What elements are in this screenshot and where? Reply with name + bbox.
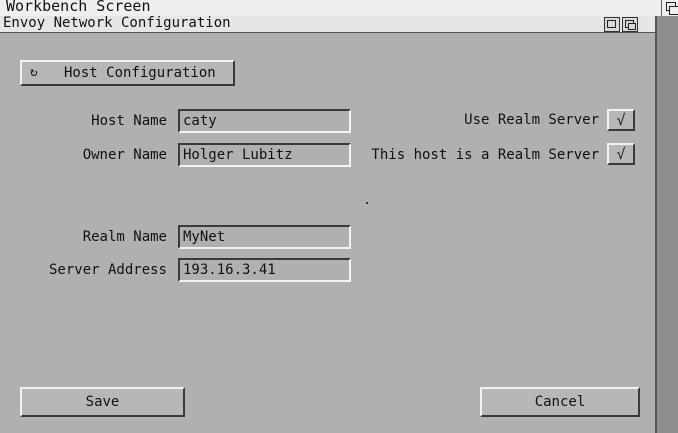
is-realm-server-checkbox[interactable]: √: [607, 143, 635, 165]
realm-name-label: Realm Name: [82, 229, 167, 245]
cycle-icon: ↻: [30, 65, 38, 80]
owner-name-field[interactable]: Holger Lubitz: [178, 143, 351, 167]
realm-name-field[interactable]: MyNet: [178, 225, 351, 249]
server-address-label: Server Address: [48, 262, 167, 278]
owner-name-label: Owner Name: [82, 147, 167, 163]
depth-icon[interactable]: [622, 17, 638, 32]
window-title: Envoy Network Configuration: [3, 15, 231, 31]
screen-speck: [366, 202, 368, 204]
page-cycle-button[interactable]: ↻ Host Configuration: [20, 60, 235, 86]
screen-depth-icon[interactable]: [661, 0, 678, 16]
server-address-field[interactable]: 193.16.3.41: [178, 258, 351, 282]
screen-title: Workbench Screen: [6, 0, 151, 15]
host-name-field[interactable]: caty: [178, 109, 351, 133]
cancel-button[interactable]: Cancel: [480, 387, 640, 417]
use-realm-server-checkbox[interactable]: √: [607, 109, 635, 131]
host-name-label: Host Name: [91, 113, 167, 129]
envoy-config-window: Envoy Network Configuration ↻ Host Confi…: [0, 15, 657, 433]
page-cycle-label: Host Configuration: [64, 65, 216, 81]
use-realm-server-label: Use Realm Server: [464, 112, 599, 128]
is-realm-server-label: This host is a Realm Server: [371, 147, 599, 163]
background-strip: [657, 16, 678, 433]
save-button[interactable]: Save: [20, 387, 185, 417]
window-title-bar[interactable]: Envoy Network Configuration: [0, 15, 655, 33]
zoom-icon[interactable]: [604, 17, 620, 32]
